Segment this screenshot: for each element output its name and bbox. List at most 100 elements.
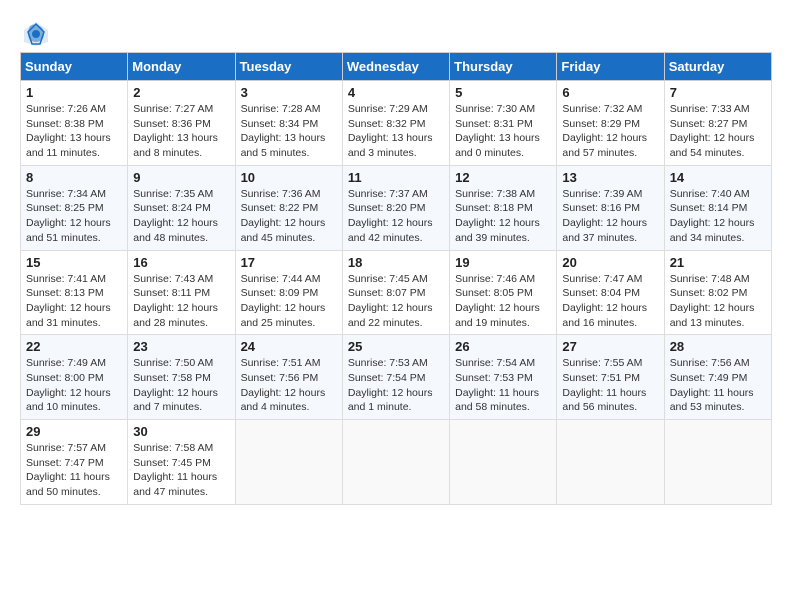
sunset-text: Sunset: 7:53 PM	[455, 372, 533, 384]
sunrise-text: Sunrise: 7:46 AM	[455, 273, 535, 285]
sunset-text: Sunset: 8:13 PM	[26, 287, 104, 299]
sunrise-text: Sunrise: 7:36 AM	[241, 188, 321, 200]
daylight-text: Daylight: 12 hours and 54 minutes.	[670, 132, 755, 159]
calendar-cell: 20 Sunrise: 7:47 AM Sunset: 8:04 PM Dayl…	[557, 250, 664, 335]
sunset-text: Sunset: 7:47 PM	[26, 457, 104, 469]
header-sunday: Sunday	[21, 53, 128, 81]
calendar-cell: 27 Sunrise: 7:55 AM Sunset: 7:51 PM Dayl…	[557, 335, 664, 420]
sunset-text: Sunset: 8:05 PM	[455, 287, 533, 299]
sunrise-text: Sunrise: 7:50 AM	[133, 357, 213, 369]
day-number: 30	[133, 424, 229, 439]
day-number: 23	[133, 339, 229, 354]
calendar-cell: 10 Sunrise: 7:36 AM Sunset: 8:22 PM Dayl…	[235, 165, 342, 250]
sunset-text: Sunset: 7:45 PM	[133, 457, 211, 469]
sunset-text: Sunset: 7:58 PM	[133, 372, 211, 384]
sunset-text: Sunset: 8:22 PM	[241, 202, 319, 214]
day-info: Sunrise: 7:39 AM Sunset: 8:16 PM Dayligh…	[562, 187, 658, 246]
day-info: Sunrise: 7:37 AM Sunset: 8:20 PM Dayligh…	[348, 187, 444, 246]
sunset-text: Sunset: 8:00 PM	[26, 372, 104, 384]
sunrise-text: Sunrise: 7:40 AM	[670, 188, 750, 200]
day-number: 15	[26, 255, 122, 270]
day-info: Sunrise: 7:43 AM Sunset: 8:11 PM Dayligh…	[133, 272, 229, 331]
sunset-text: Sunset: 8:18 PM	[455, 202, 533, 214]
sunset-text: Sunset: 8:20 PM	[348, 202, 426, 214]
sunset-text: Sunset: 8:27 PM	[670, 118, 748, 130]
calendar-row: 22 Sunrise: 7:49 AM Sunset: 8:00 PM Dayl…	[21, 335, 772, 420]
day-info: Sunrise: 7:50 AM Sunset: 7:58 PM Dayligh…	[133, 356, 229, 415]
day-number: 19	[455, 255, 551, 270]
day-number: 22	[26, 339, 122, 354]
day-number: 5	[455, 85, 551, 100]
sunset-text: Sunset: 7:56 PM	[241, 372, 319, 384]
day-info: Sunrise: 7:35 AM Sunset: 8:24 PM Dayligh…	[133, 187, 229, 246]
day-info: Sunrise: 7:57 AM Sunset: 7:47 PM Dayligh…	[26, 441, 122, 500]
sunrise-text: Sunrise: 7:55 AM	[562, 357, 642, 369]
day-info: Sunrise: 7:46 AM Sunset: 8:05 PM Dayligh…	[455, 272, 551, 331]
calendar-cell: 29 Sunrise: 7:57 AM Sunset: 7:47 PM Dayl…	[21, 420, 128, 505]
calendar-cell: 4 Sunrise: 7:29 AM Sunset: 8:32 PM Dayli…	[342, 81, 449, 166]
sunrise-text: Sunrise: 7:28 AM	[241, 103, 321, 115]
daylight-text: Daylight: 12 hours and 34 minutes.	[670, 217, 755, 244]
sunrise-text: Sunrise: 7:57 AM	[26, 442, 106, 454]
logo	[20, 20, 50, 44]
sunset-text: Sunset: 8:29 PM	[562, 118, 640, 130]
day-number: 20	[562, 255, 658, 270]
sunrise-text: Sunrise: 7:37 AM	[348, 188, 428, 200]
day-number: 27	[562, 339, 658, 354]
calendar-cell: 11 Sunrise: 7:37 AM Sunset: 8:20 PM Dayl…	[342, 165, 449, 250]
daylight-text: Daylight: 11 hours and 58 minutes.	[455, 387, 539, 414]
sunrise-text: Sunrise: 7:33 AM	[670, 103, 750, 115]
daylight-text: Daylight: 12 hours and 45 minutes.	[241, 217, 326, 244]
sunset-text: Sunset: 8:32 PM	[348, 118, 426, 130]
day-info: Sunrise: 7:51 AM Sunset: 7:56 PM Dayligh…	[241, 356, 337, 415]
logo-icon	[22, 20, 50, 48]
calendar-row: 15 Sunrise: 7:41 AM Sunset: 8:13 PM Dayl…	[21, 250, 772, 335]
sunset-text: Sunset: 7:49 PM	[670, 372, 748, 384]
day-info: Sunrise: 7:49 AM Sunset: 8:00 PM Dayligh…	[26, 356, 122, 415]
day-info: Sunrise: 7:40 AM Sunset: 8:14 PM Dayligh…	[670, 187, 766, 246]
sunset-text: Sunset: 7:54 PM	[348, 372, 426, 384]
sunset-text: Sunset: 8:11 PM	[133, 287, 210, 299]
sunrise-text: Sunrise: 7:32 AM	[562, 103, 642, 115]
sunset-text: Sunset: 8:24 PM	[133, 202, 211, 214]
day-number: 1	[26, 85, 122, 100]
calendar-cell	[450, 420, 557, 505]
calendar-cell: 16 Sunrise: 7:43 AM Sunset: 8:11 PM Dayl…	[128, 250, 235, 335]
calendar-cell: 23 Sunrise: 7:50 AM Sunset: 7:58 PM Dayl…	[128, 335, 235, 420]
sunrise-text: Sunrise: 7:26 AM	[26, 103, 106, 115]
day-info: Sunrise: 7:55 AM Sunset: 7:51 PM Dayligh…	[562, 356, 658, 415]
calendar-cell: 12 Sunrise: 7:38 AM Sunset: 8:18 PM Dayl…	[450, 165, 557, 250]
day-number: 7	[670, 85, 766, 100]
sunrise-text: Sunrise: 7:48 AM	[670, 273, 750, 285]
sunrise-text: Sunrise: 7:34 AM	[26, 188, 106, 200]
calendar-row: 8 Sunrise: 7:34 AM Sunset: 8:25 PM Dayli…	[21, 165, 772, 250]
daylight-text: Daylight: 12 hours and 1 minute.	[348, 387, 433, 414]
daylight-text: Daylight: 12 hours and 22 minutes.	[348, 302, 433, 329]
day-number: 24	[241, 339, 337, 354]
daylight-text: Daylight: 12 hours and 57 minutes.	[562, 132, 647, 159]
day-number: 25	[348, 339, 444, 354]
calendar-cell: 6 Sunrise: 7:32 AM Sunset: 8:29 PM Dayli…	[557, 81, 664, 166]
calendar-row: 29 Sunrise: 7:57 AM Sunset: 7:47 PM Dayl…	[21, 420, 772, 505]
day-number: 12	[455, 170, 551, 185]
day-info: Sunrise: 7:34 AM Sunset: 8:25 PM Dayligh…	[26, 187, 122, 246]
calendar-cell: 19 Sunrise: 7:46 AM Sunset: 8:05 PM Dayl…	[450, 250, 557, 335]
sunrise-text: Sunrise: 7:30 AM	[455, 103, 535, 115]
daylight-text: Daylight: 12 hours and 4 minutes.	[241, 387, 326, 414]
sunrise-text: Sunrise: 7:45 AM	[348, 273, 428, 285]
daylight-text: Daylight: 12 hours and 28 minutes.	[133, 302, 218, 329]
calendar-cell	[342, 420, 449, 505]
sunrise-text: Sunrise: 7:56 AM	[670, 357, 750, 369]
sunset-text: Sunset: 7:51 PM	[562, 372, 640, 384]
calendar-cell	[664, 420, 771, 505]
day-number: 10	[241, 170, 337, 185]
day-info: Sunrise: 7:44 AM Sunset: 8:09 PM Dayligh…	[241, 272, 337, 331]
calendar-cell: 28 Sunrise: 7:56 AM Sunset: 7:49 PM Dayl…	[664, 335, 771, 420]
header-monday: Monday	[128, 53, 235, 81]
sunset-text: Sunset: 8:02 PM	[670, 287, 748, 299]
daylight-text: Daylight: 12 hours and 51 minutes.	[26, 217, 111, 244]
calendar-cell: 17 Sunrise: 7:44 AM Sunset: 8:09 PM Dayl…	[235, 250, 342, 335]
calendar-header-row: Sunday Monday Tuesday Wednesday Thursday…	[21, 53, 772, 81]
day-number: 4	[348, 85, 444, 100]
day-info: Sunrise: 7:47 AM Sunset: 8:04 PM Dayligh…	[562, 272, 658, 331]
